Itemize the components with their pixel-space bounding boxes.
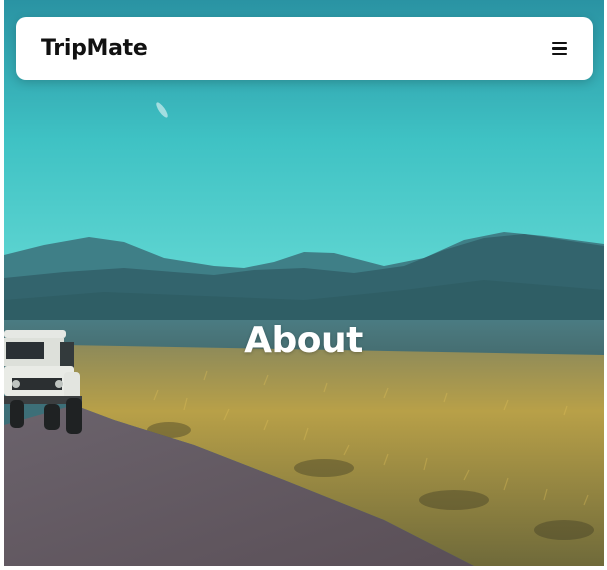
menu-line xyxy=(551,41,567,45)
hamburger-menu-icon[interactable] xyxy=(547,37,571,61)
hero-background-image xyxy=(4,0,604,566)
top-navbar: TripMate xyxy=(16,17,593,80)
menu-line xyxy=(551,52,567,56)
page-title: About xyxy=(244,320,363,362)
about-page: TripMate About xyxy=(0,0,607,570)
brand-logo-link[interactable]: TripMate xyxy=(41,36,148,61)
landscape-scene xyxy=(4,0,604,566)
menu-line xyxy=(551,47,567,50)
